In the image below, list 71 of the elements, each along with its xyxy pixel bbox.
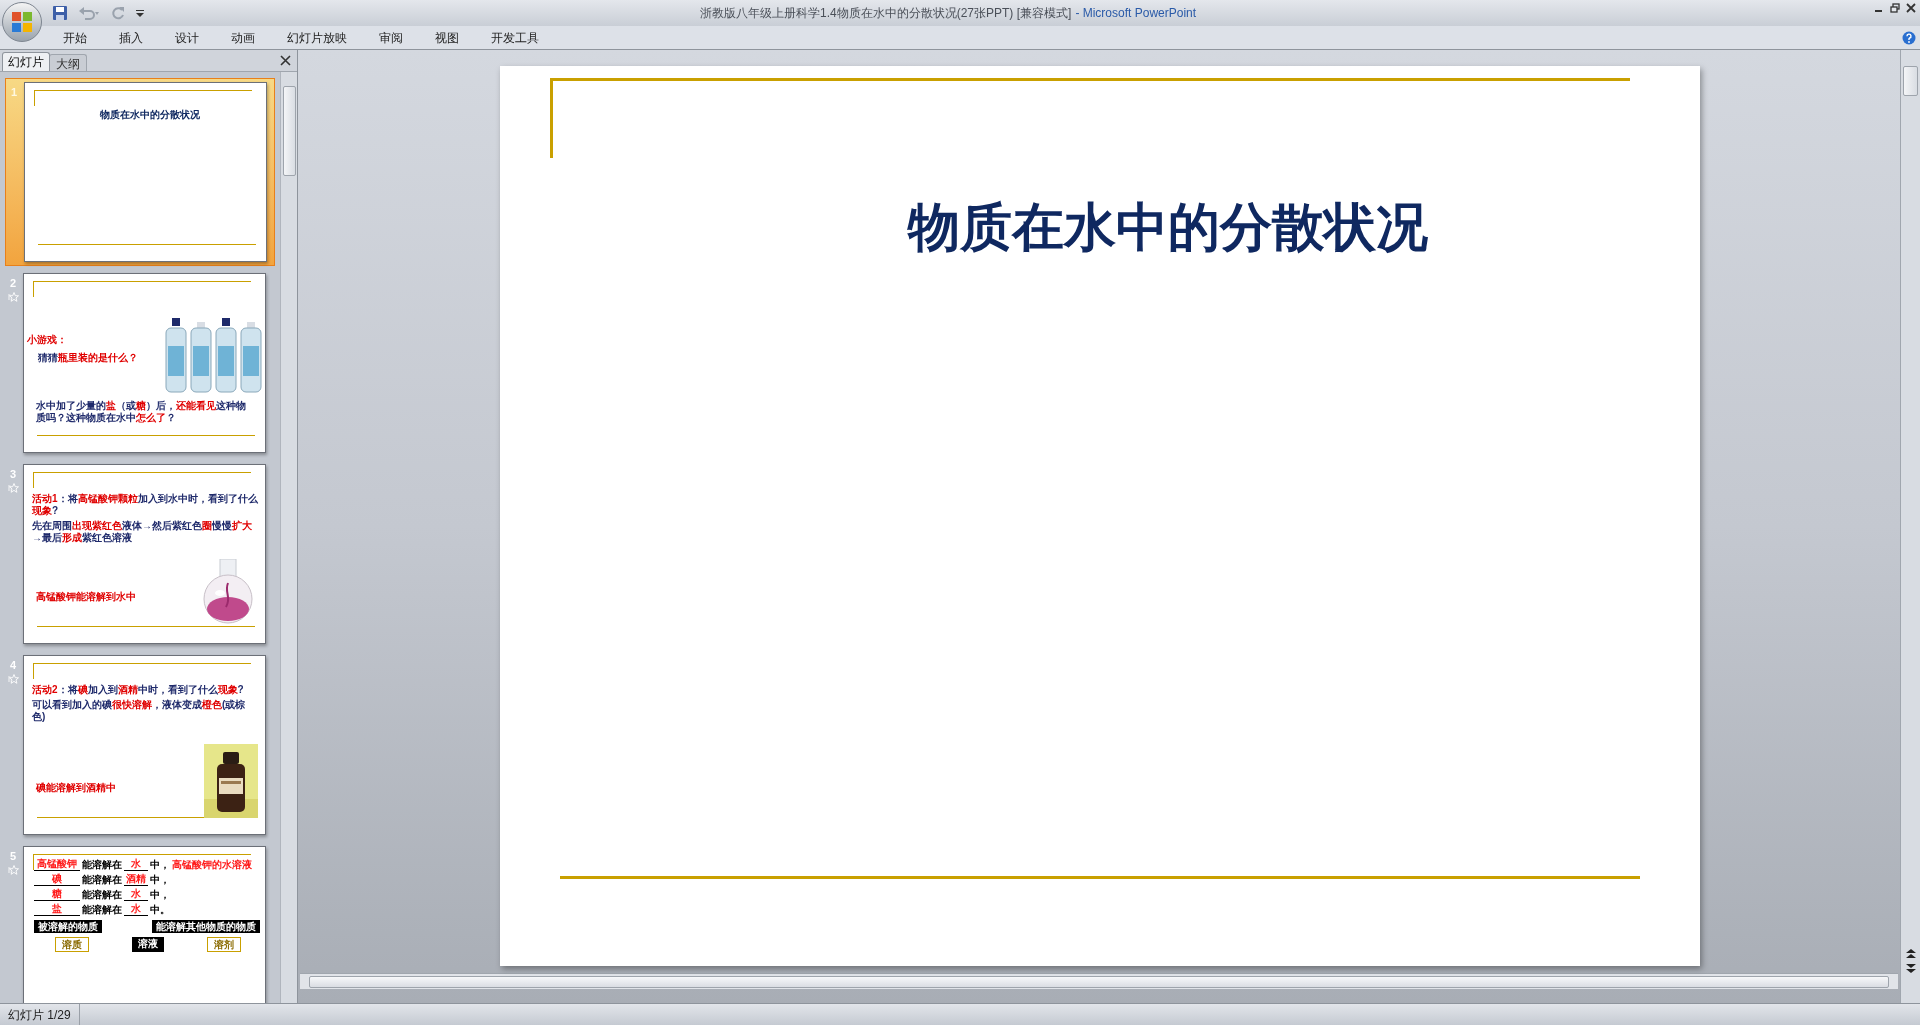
- next-slide-icon[interactable]: [1905, 963, 1916, 973]
- help-icon[interactable]: [1902, 31, 1916, 45]
- ribbon-tab[interactable]: 开发工具: [480, 26, 550, 49]
- slide-title: 物质在水中的分散状况: [906, 197, 1429, 258]
- slide-number: 3: [9, 467, 17, 482]
- slide-text: 能溶解在: [82, 857, 122, 871]
- slide-number: 4: [9, 658, 17, 673]
- ribbon-tab[interactable]: 插入: [108, 26, 154, 49]
- slide-text: 水中加了少量的盐（或糖）后，还能看见这种物质吗？这种物质在水中怎么了？: [36, 400, 246, 424]
- horizontal-scrollbar[interactable]: [300, 973, 1898, 989]
- slide-title: 物质在水中的分散状况: [99, 108, 201, 122]
- panel-tab[interactable]: 幻灯片: [2, 52, 50, 71]
- previous-slide-icon[interactable]: [1905, 949, 1916, 959]
- slide-text: 活动2：将碘加入到酒精中时，看到了什么现象?: [32, 684, 245, 696]
- slide-thumbnail[interactable]: 物质在水中的分散状况: [24, 82, 267, 262]
- slide-thumbnail[interactable]: 活动1：将高锰酸钾颗粒加入到水中时，看到了什么 现象? 先在周围出现紫红色液体→然后紫红色圈慢慢扩大 →最后形成紫红色溶液 高锰酸钾能溶解到水中: [23, 464, 266, 644]
- slide-text: 小游戏：: [27, 334, 67, 346]
- slide-text: 中，: [150, 872, 170, 886]
- slide-text: 能溶解在: [82, 887, 122, 901]
- slide-counter: 幻灯片 1/29: [0, 1004, 80, 1025]
- panel-tab[interactable]: 大纲: [49, 54, 87, 71]
- slide-number: 2: [9, 276, 17, 291]
- scrollbar[interactable]: [280, 72, 297, 1003]
- slide-text: 可以看到加入的碘很快溶解，液体变成橙色(或棕色): [32, 699, 247, 723]
- slide-number: 5: [9, 849, 17, 864]
- slide-text: 中。: [150, 902, 170, 916]
- ribbon-tab[interactable]: 设计: [164, 26, 210, 49]
- answer-blank: 水: [124, 902, 148, 916]
- answer-blank: 碘: [34, 872, 80, 886]
- slide-text: 高锰酸钾的水溶液: [172, 857, 252, 871]
- scroll-thumb[interactable]: [282, 86, 296, 176]
- answer-blank: 糖: [34, 887, 80, 901]
- office-button[interactable]: [2, 2, 42, 42]
- slide-text: 能溶解在: [82, 872, 122, 886]
- close-icon[interactable]: [1906, 3, 1916, 13]
- slide-text: 碘能溶解到酒精中: [36, 782, 116, 794]
- slide-text: 中，: [150, 857, 170, 871]
- term-box: 溶质: [55, 937, 90, 952]
- answer-blank: 水: [124, 887, 148, 901]
- slide-text: 活动1：将高锰酸钾颗粒加入到水中时，看到了什么 现象?: [32, 493, 258, 517]
- answer-blank: 酒精: [124, 872, 148, 886]
- slide-number: 1: [10, 85, 18, 100]
- save-icon[interactable]: [52, 5, 68, 21]
- window-title: 浙教版八年级上册科学1.4物质在水中的分散状况(27张PPT) [兼容模式]: [700, 5, 1072, 22]
- slide-text: 高锰酸钾能溶解到水中: [36, 591, 136, 603]
- label-box: 被溶解的物质: [34, 920, 102, 933]
- answer-blank: 高锰酸钾: [34, 857, 80, 871]
- ribbon-tab[interactable]: 审阅: [368, 26, 414, 49]
- slide-text: 能溶解在: [82, 902, 122, 916]
- slide-thumbnail[interactable]: 活动2：将碘加入到酒精中时，看到了什么现象? 可以看到加入的碘很快溶解，液体变成橙色(或棕色) 碘能溶解到酒精中: [23, 655, 266, 835]
- scroll-thumb[interactable]: [1903, 66, 1918, 96]
- slide-text: 中，: [150, 887, 170, 901]
- ribbon-tab[interactable]: 幻灯片放映: [276, 26, 358, 49]
- restore-icon[interactable]: [1890, 3, 1900, 13]
- customize-dropdown-icon[interactable]: [136, 9, 144, 17]
- app-name: - Microsoft PowerPoint: [1075, 5, 1197, 22]
- office-logo-icon: [11, 11, 33, 33]
- ribbon-tab[interactable]: 开始: [52, 26, 98, 49]
- scrollbar[interactable]: [1900, 50, 1920, 1003]
- slide-text: 猜猜瓶里装的是什么？: [38, 352, 138, 364]
- ribbon-tab[interactable]: 动画: [220, 26, 266, 49]
- slide-text: 先在周围出现紫红色液体→然后紫红色圈慢慢扩大 →最后形成紫红色溶液: [32, 520, 253, 544]
- label-box: 能溶解其他物质的物质: [152, 920, 260, 933]
- answer-blank: 盐: [34, 902, 80, 916]
- slide-thumbnail[interactable]: 小游戏： 猜猜瓶里装的是什么？ 水中加了少量的盐（或糖）后，还能看见这种物质吗？这种物质在水中怎么了？: [23, 273, 266, 453]
- term-box: 溶液: [132, 937, 164, 952]
- slide-thumbnail[interactable]: 高锰酸钾 能溶解在 水 中， 高锰酸钾的水溶液 碘 能溶解在 酒精 中， 糖 能溶解在 水 中， 盐 能溶解在 水 中。 被溶解的物质 能溶解其他物质的物质 溶质 溶液 溶剂: [23, 846, 266, 1003]
- term-box: 溶剂: [206, 937, 241, 952]
- ribbon-tab[interactable]: 视图: [424, 26, 470, 49]
- close-icon[interactable]: [280, 55, 291, 66]
- answer-blank: 水: [124, 857, 148, 871]
